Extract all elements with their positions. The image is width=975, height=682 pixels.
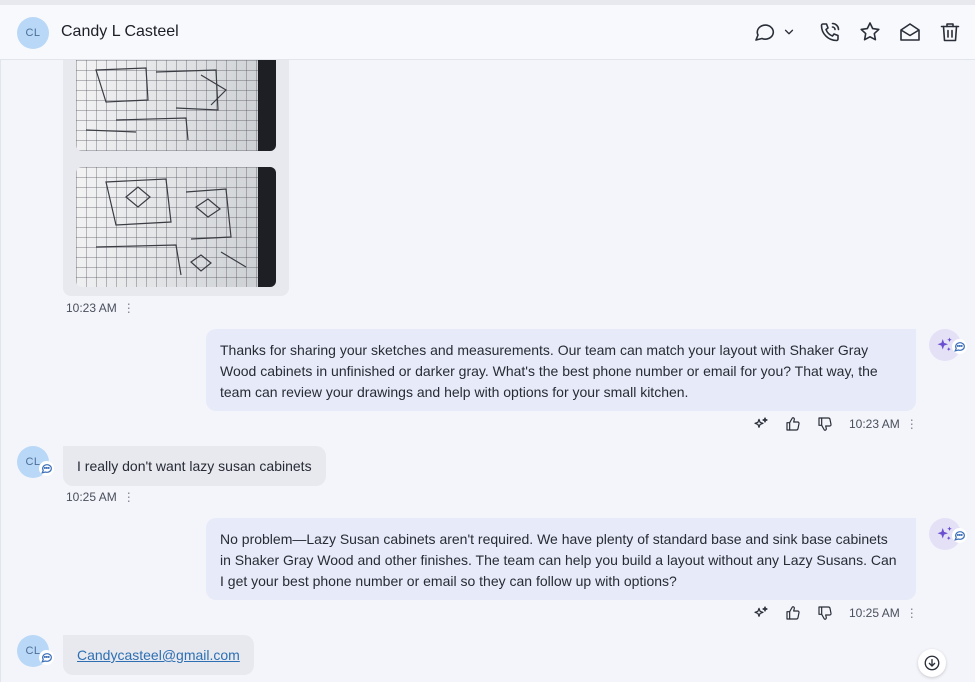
chat-channel-badge <box>952 339 967 354</box>
thumbs-down-icon <box>818 606 832 620</box>
thumbs-down-icon <box>818 417 832 431</box>
sparkles-icon <box>754 417 768 428</box>
message-actions: 10:25 AM ⋮ <box>745 602 918 624</box>
thumbs-up-icon <box>786 417 800 431</box>
envelope-open-icon <box>900 23 920 41</box>
delete-button[interactable] <box>937 19 963 45</box>
image-edge <box>258 60 276 151</box>
favorite-button[interactable] <box>857 19 883 45</box>
more-options-icon[interactable]: ⋮ <box>123 302 135 314</box>
chat-channel-badge <box>952 528 967 543</box>
arrow-down-circle-icon <box>924 655 940 671</box>
sketch-drawing <box>85 67 227 141</box>
ai-assist-button[interactable] <box>745 602 777 624</box>
thumbs-down-button[interactable] <box>809 602 841 624</box>
chat-bubble-icon <box>954 531 965 541</box>
image-message <box>63 60 289 296</box>
message-timestamp: 10:25 AM ⋮ <box>849 606 918 620</box>
email-link[interactable]: Candycasteel@gmail.com <box>77 647 240 663</box>
sketch-drawing <box>95 178 247 276</box>
agent-message-bubble: Thanks for sharing your sketches and mea… <box>206 329 916 411</box>
trash-icon <box>940 23 960 42</box>
timestamp-text: 10:25 AM <box>66 490 117 504</box>
message-text: No problem—Lazy Susan cabinets aren't re… <box>220 531 897 589</box>
chat-channel-badge <box>39 650 54 665</box>
message-timestamp: 10:23 AM ⋮ <box>849 417 918 431</box>
more-options-icon[interactable]: ⋮ <box>123 491 135 503</box>
thumbs-up-button[interactable] <box>777 602 809 624</box>
timestamp-text: 10:25 AM <box>849 606 900 620</box>
panel-border <box>0 60 1 682</box>
contact-message-bubble: I really don't want lazy susan cabinets <box>63 446 326 486</box>
sketch-image-1[interactable] <box>76 60 276 151</box>
channel-dropdown-button[interactable] <box>752 19 800 45</box>
scroll-to-bottom-button[interactable] <box>918 649 946 677</box>
sketch-image-2[interactable] <box>76 167 276 287</box>
chat-bubble-icon <box>954 342 965 352</box>
message-actions: 10:23 AM ⋮ <box>745 413 918 435</box>
sparkles-icon <box>754 606 768 617</box>
message-text: I really don't want lazy susan cabinets <box>77 458 312 474</box>
phone-icon <box>820 22 840 42</box>
call-button[interactable] <box>817 19 843 45</box>
mark-read-button[interactable] <box>897 19 923 45</box>
chat-channel-badge <box>39 461 54 476</box>
conversation-header: CL Candy L Casteel <box>0 5 975 60</box>
thumbs-up-button[interactable] <box>777 413 809 435</box>
agent-message-bubble: No problem—Lazy Susan cabinets aren't re… <box>206 518 916 600</box>
image-edge <box>258 167 276 287</box>
contact-name[interactable]: Candy L Casteel <box>61 23 179 41</box>
more-options-icon[interactable]: ⋮ <box>906 607 918 619</box>
more-options-icon[interactable]: ⋮ <box>906 418 918 430</box>
timestamp-text: 10:23 AM <box>66 301 117 315</box>
contact-avatar[interactable]: CL <box>17 17 49 49</box>
chat-bubble-icon <box>41 464 52 474</box>
thumbs-up-icon <box>786 606 800 620</box>
star-icon <box>860 22 880 41</box>
timestamp-text: 10:23 AM <box>849 417 900 431</box>
message-timestamp: 10:23 AM ⋮ <box>66 301 135 315</box>
chevron-down-icon <box>784 29 794 35</box>
ai-assist-button[interactable] <box>745 413 777 435</box>
contact-message-bubble: Candycasteel@gmail.com <box>63 635 254 675</box>
chat-bubble-icon <box>755 24 775 41</box>
message-timestamp: 10:25 AM ⋮ <box>66 490 135 504</box>
thumbs-down-button[interactable] <box>809 413 841 435</box>
message-text: Thanks for sharing your sketches and mea… <box>220 342 878 400</box>
chat-bubble-icon <box>41 653 52 663</box>
